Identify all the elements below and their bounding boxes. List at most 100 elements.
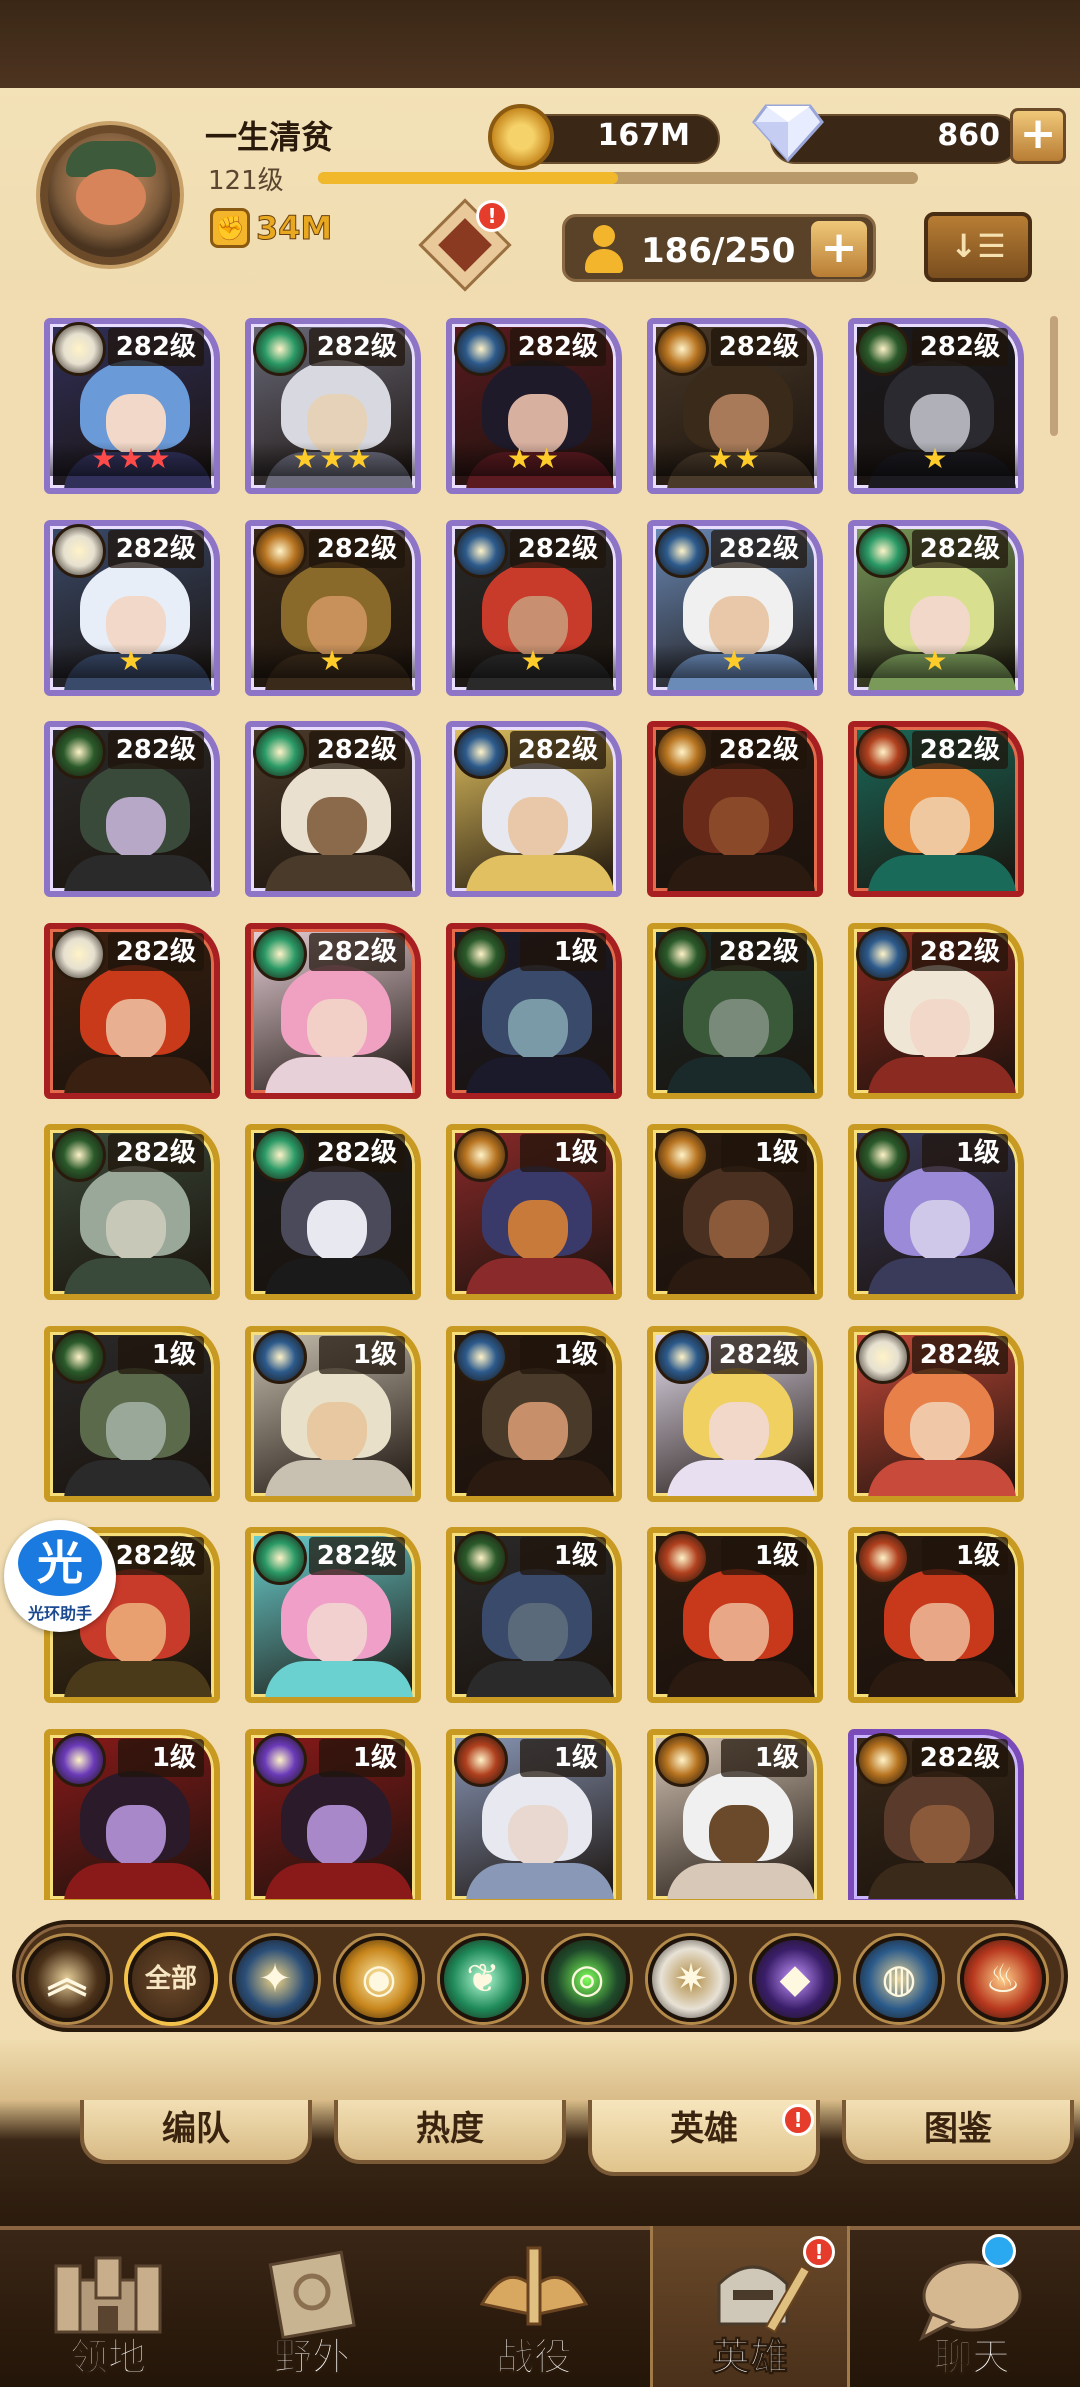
hero-level: 282级 [710,328,807,366]
hero-face [508,1805,568,1867]
hero-face [307,1805,367,1867]
expand-capacity-button[interactable]: + [811,221,867,277]
filter-hypogean-button[interactable]: ◆ [752,1936,838,2022]
add-gems-button[interactable]: + [1010,108,1066,164]
filter-dimensional-button[interactable]: ◍ [856,1936,942,2022]
hero-card[interactable]: 282级 [848,1729,1024,1900]
hero-card[interactable]: 1级 [245,1729,421,1900]
nav-wilds[interactable]: 野外 [212,2226,412,2387]
filter-all-label: 全部 [144,1964,197,1994]
hero-card[interactable]: ★★ 282级 [647,318,823,494]
star-rating: ★ [653,644,817,678]
nav-territory[interactable]: 领地 [8,2226,208,2387]
hero-card[interactable]: ★ 282级 [647,520,823,696]
hero-card[interactable]: 282级 [848,1326,1024,1502]
hero-card[interactable]: 1级 [647,1527,823,1703]
crafting-notification-badge: ! [476,200,508,232]
assistant-floating-button[interactable]: 光 光环助手 [4,1520,116,1632]
hero-card[interactable]: 282级 [44,721,220,897]
hero-card[interactable]: ★★ 282级 [446,318,622,494]
hero-card[interactable]: 282级 [44,1124,220,1300]
filter-all-button[interactable]: 全部 [128,1936,214,2022]
hero-card[interactable]: ★ 282级 [446,520,622,696]
crafting-button[interactable]: ! [418,198,512,292]
subtab-codex[interactable]: 图鉴 [842,2100,1074,2164]
hero-body [466,1258,614,1294]
hero-card[interactable]: 1级 [848,1124,1024,1300]
hero-body [667,1460,815,1496]
filter-demon-button[interactable]: ♨ [960,1936,1046,2022]
hero-card[interactable]: 282级 [848,721,1024,897]
star-rating: ★ [854,442,1018,476]
hero-card[interactable]: 1级 [647,1124,823,1300]
nav-heroes[interactable]: ! 英雄 [650,2226,850,2387]
filter-lightbearer-button[interactable]: ✦ [232,1936,318,2022]
hero-level: 1级 [118,1739,204,1777]
hero-body [265,1863,413,1899]
hero-face [709,999,769,1061]
hero-level: 1级 [922,1537,1008,1575]
hypogean-faction-icon [856,725,910,779]
hero-card[interactable]: 282级 [647,923,823,1099]
hero-level: 1级 [721,1739,807,1777]
hero-card[interactable]: ★ 282级 [245,520,421,696]
hero-card[interactable]: ★ 282级 [44,520,220,696]
hero-card[interactable]: 1级 [446,1124,622,1300]
hero-card[interactable]: ★★★ 282级 [245,318,421,494]
filter-mauler-button[interactable]: ◉ [336,1936,422,2022]
mauler-faction-icon [253,524,307,578]
subtab-popularity[interactable]: 热度 [334,2100,566,2164]
hero-card[interactable]: 282级 [245,1527,421,1703]
nav-campaign[interactable]: 战役 [434,2226,634,2387]
hero-card[interactable]: 282级 [446,721,622,897]
wilder-faction-icon [253,927,307,981]
filter-wilder-button[interactable]: ❦ [440,1936,526,2022]
hero-card[interactable]: 1级 [446,923,622,1099]
hero-card[interactable]: 1级 [446,1326,622,1502]
graveborn-icon: ◎ [569,1956,605,2002]
sort-button[interactable]: ↓☰ [924,212,1032,282]
graveborn-faction-icon [856,1128,910,1182]
hero-body [265,855,413,891]
filter-celestial-button[interactable]: ✷ [648,1936,734,2022]
hero-face [307,1200,367,1262]
hero-card[interactable]: 1级 [245,1326,421,1502]
hero-card[interactable]: ★ 282级 [848,520,1024,696]
hero-face [508,999,568,1061]
hero-body [466,1661,614,1697]
graveborn-faction-icon [856,322,910,376]
hero-face [910,1805,970,1867]
hero-card[interactable]: 282级 [647,1326,823,1502]
hero-card[interactable]: 1级 [44,1729,220,1900]
star-rating: ★ [452,644,616,678]
hero-card[interactable]: 1级 [647,1729,823,1900]
hero-card[interactable]: 282级 [245,721,421,897]
gold-coin-icon [488,104,554,170]
hero-card[interactable]: 282级 [647,721,823,897]
filter-up-button[interactable]: ︽ [24,1936,110,2022]
filter-graveborn-button[interactable]: ◎ [544,1936,630,2022]
hero-card[interactable]: 282级 [245,923,421,1099]
hero-card[interactable]: 1级 [446,1527,622,1703]
player-avatar[interactable] [40,125,180,265]
hero-card[interactable]: 1级 [44,1326,220,1502]
hero-body [466,855,614,891]
subtab-formation[interactable]: 编队 [80,2100,312,2164]
combat-power-value: 34M [255,209,333,248]
hero-card[interactable]: ★ 282级 [848,318,1024,494]
hero-face [106,797,166,859]
hero-card[interactable]: 1级 [848,1527,1024,1703]
hero-card[interactable]: 282级 [245,1124,421,1300]
hero-face [508,1603,568,1665]
hero-card[interactable]: ★★★ 282级 [44,318,220,494]
hero-card[interactable]: 282级 [44,923,220,1099]
nav-heroes-badge: ! [803,2236,835,2268]
grid-scrollbar[interactable] [1050,316,1058,436]
hero-card[interactable]: 1级 [446,1729,622,1900]
wilder-faction-icon [856,524,910,578]
nav-chat[interactable]: 聊天 [872,2226,1072,2387]
hero-card[interactable]: 282级 [848,923,1024,1099]
hero-face [709,1805,769,1867]
lightbearer-faction-icon [454,1330,508,1384]
assistant-logo-icon: 光 [18,1530,102,1596]
